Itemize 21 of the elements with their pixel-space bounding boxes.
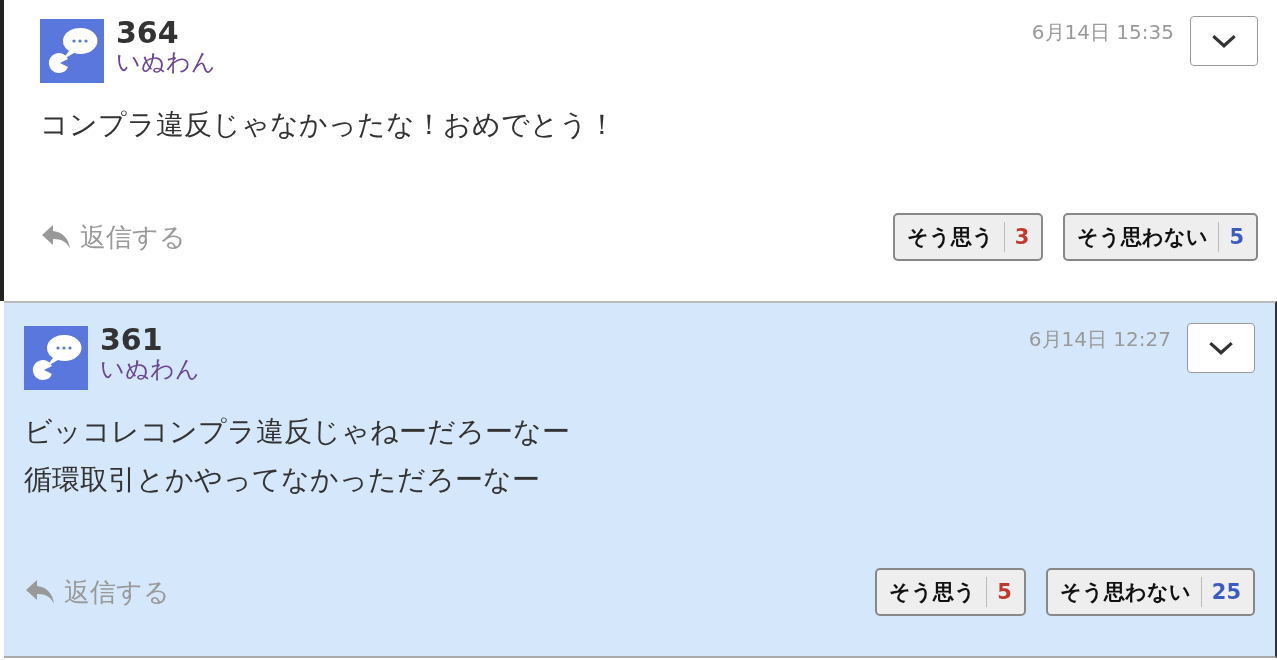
comment-text: コンプラ違反じゃなかったな！おめでとう！ <box>40 107 617 143</box>
reply-arrow-icon <box>40 223 72 251</box>
agree-button[interactable]: そう思う 3 <box>892 213 1044 261</box>
author-name[interactable]: いぬわん <box>116 49 216 76</box>
dropdown-button[interactable] <box>1190 16 1258 66</box>
disagree-button[interactable]: そう思わない 5 <box>1063 213 1258 261</box>
speech-bubble-avatar-icon <box>24 326 88 390</box>
disagree-button[interactable]: そう思わない 25 <box>1045 568 1255 616</box>
comment-text: ビッコレコンプラ違反じゃねーだろーなー <box>24 414 571 450</box>
chevron-down-icon <box>1211 33 1237 49</box>
agree-button[interactable]: そう思う 5 <box>875 568 1026 616</box>
chevron-down-icon <box>1208 340 1234 356</box>
reply-arrow-icon <box>24 578 56 606</box>
dropdown-button[interactable] <box>1187 323 1255 373</box>
speech-bubble-avatar-icon <box>40 19 104 83</box>
timestamp: 6月14日 15:35 <box>1031 19 1174 46</box>
author-name[interactable]: いぬわん <box>100 356 200 383</box>
comment-number: 364 <box>116 16 180 49</box>
comment-text: 循環取引とかやってなかっただろーなー <box>24 462 541 498</box>
timestamp: 6月14日 12:27 <box>1028 326 1171 353</box>
comment-number: 361 <box>100 323 164 356</box>
